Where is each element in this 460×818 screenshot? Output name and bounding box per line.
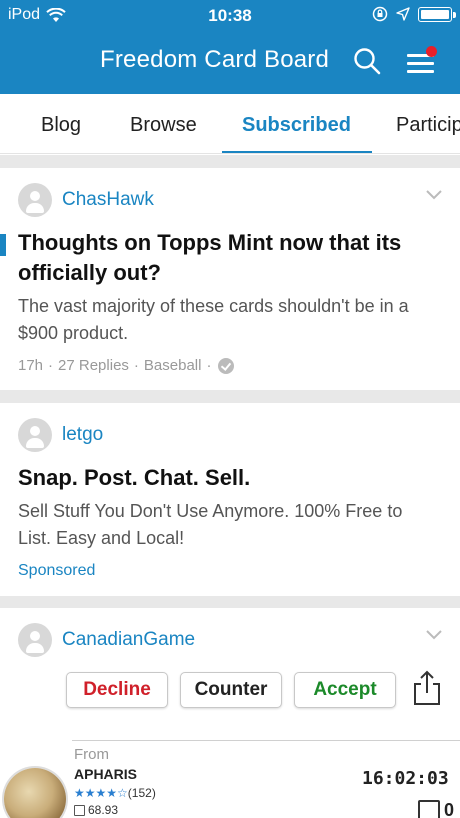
counter-value: 0 bbox=[444, 800, 455, 818]
trader-rating: 68.93 bbox=[74, 803, 118, 817]
accept-button: Accept bbox=[294, 672, 396, 708]
app-header: iPod 10:38 Freedom Card Board bbox=[0, 0, 460, 94]
notification-dot bbox=[426, 46, 437, 57]
meta-separator: · bbox=[133, 357, 139, 374]
location-arrow-icon bbox=[396, 7, 410, 21]
post-card[interactable]: ChasHawk Thoughts on Topps Mint now that… bbox=[0, 168, 460, 390]
section-divider bbox=[0, 155, 460, 168]
tab-blog[interactable]: Blog bbox=[41, 114, 81, 137]
section-divider bbox=[0, 390, 460, 403]
decline-button: Decline bbox=[66, 672, 168, 708]
battery-icon bbox=[418, 6, 456, 22]
star-rating-icon: ★★★★☆ bbox=[74, 786, 128, 800]
from-label: From bbox=[74, 746, 109, 763]
meta-separator: · bbox=[48, 357, 54, 374]
sponsored-card[interactable]: letgo Snap. Post. Chat. Sell. Sell Stuff… bbox=[0, 403, 460, 596]
avatar-icon[interactable] bbox=[18, 623, 52, 657]
status-bar: iPod 10:38 bbox=[0, 0, 460, 30]
avatar-icon[interactable] bbox=[18, 418, 52, 452]
app-root: iPod 10:38 Freedom Card Board Blog Brows… bbox=[0, 0, 460, 818]
trade-timer: 16:02:03 bbox=[362, 768, 449, 789]
trader-name: APHARIS bbox=[74, 766, 138, 782]
post-meta: 17h · 27 Replies · Baseball · bbox=[18, 357, 235, 374]
sponsored-label: Sponsored bbox=[18, 562, 96, 579]
tab-subscribed[interactable]: Subscribed bbox=[242, 114, 351, 137]
tab-bar: Blog Browse Subscribed Particip bbox=[0, 94, 460, 154]
star-count: (152) bbox=[127, 786, 156, 800]
trader-stars: ★★★★☆(152) bbox=[74, 786, 156, 800]
nav-bar: Freedom Card Board bbox=[0, 30, 460, 94]
post-replies: 27 Replies bbox=[58, 357, 129, 374]
checkbox-icon bbox=[418, 800, 440, 818]
post-body: Sell Stuff You Don't Use Anymore. 100% F… bbox=[18, 501, 403, 548]
tab-participating[interactable]: Particip bbox=[396, 114, 460, 137]
chevron-down-icon[interactable] bbox=[426, 190, 442, 200]
app-title: Freedom Card Board bbox=[100, 46, 330, 73]
post-body: The vast majority of these cards shouldn… bbox=[18, 296, 409, 343]
meta-separator: · bbox=[206, 357, 212, 374]
search-icon[interactable] bbox=[352, 46, 382, 76]
post-category[interactable]: Baseball bbox=[144, 357, 202, 374]
post-username[interactable]: CanadianGame bbox=[62, 629, 195, 651]
post-title[interactable]: Thoughts on Topps Mint now that its offi… bbox=[18, 228, 438, 288]
unread-indicator bbox=[0, 234, 6, 256]
menu-icon-line bbox=[407, 62, 434, 65]
post-age: 17h bbox=[18, 357, 44, 374]
section-divider bbox=[0, 596, 460, 608]
menu-icon-line bbox=[407, 70, 434, 73]
menu-button[interactable] bbox=[405, 46, 437, 76]
share-icon bbox=[414, 670, 440, 705]
status-icons bbox=[372, 6, 456, 22]
tab-browse[interactable]: Browse bbox=[130, 114, 197, 137]
verified-check-icon bbox=[218, 357, 235, 374]
avatar-icon[interactable] bbox=[18, 183, 52, 217]
counter-button: Counter bbox=[180, 672, 282, 708]
rating-box-icon bbox=[74, 804, 85, 816]
chevron-down-icon[interactable] bbox=[426, 630, 442, 640]
post-title[interactable]: Snap. Post. Chat. Sell. bbox=[18, 463, 438, 493]
post-username[interactable]: letgo bbox=[62, 424, 103, 446]
active-tab-indicator bbox=[222, 151, 372, 153]
lock-rotation-icon bbox=[372, 6, 388, 22]
post-username[interactable]: ChasHawk bbox=[62, 189, 154, 211]
trade-divider bbox=[72, 740, 460, 741]
rating-value: 68.93 bbox=[88, 803, 119, 817]
